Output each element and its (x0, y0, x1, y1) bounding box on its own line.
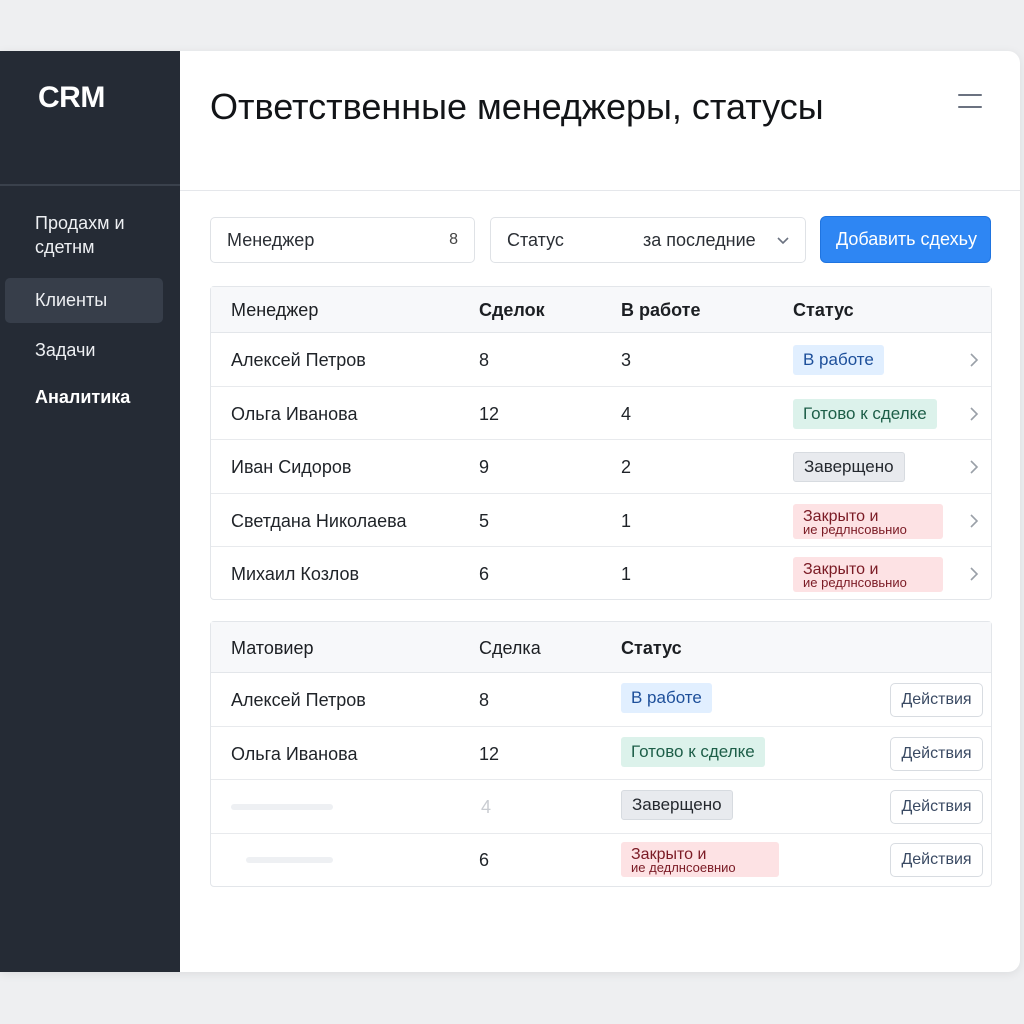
sidebar: CRM Продахм и сдетнм Клиенты Задачи Анал… (0, 51, 180, 972)
table-row[interactable]: Ольга Иванова 12 4 Готово к сделке (211, 387, 991, 440)
table-row[interactable]: Светдана Николаева 5 1 Закрыто и ие редл… (211, 494, 991, 547)
deals-count: 8 (479, 350, 490, 370)
sidebar-item-clients[interactable]: Клиенты (5, 278, 163, 323)
column-header-status: Статус (793, 300, 854, 320)
chevron-right-icon[interactable] (967, 512, 981, 530)
managers-table: Менеджер Сделок В работе Статус Алексей … (210, 286, 992, 600)
deals-count: 8 (479, 690, 490, 710)
column-header-in-work: В работе (621, 300, 701, 320)
table-row[interactable]: Михаил Козлов 6 1 Закрыто и ие редлнсовь… (211, 547, 991, 600)
manager-name: Ольга Иванова (231, 744, 358, 764)
manager-name: Ольга Иванова (231, 404, 358, 424)
deals-count: 6 (479, 850, 490, 870)
manager-filter[interactable]: Менеджер 8 (210, 217, 475, 263)
status-badge: Закрыто и ие редлнсовьнио (793, 557, 943, 592)
manager-name: Алексей Петров (231, 350, 366, 370)
column-header-status: Статус (621, 638, 682, 658)
column-header-manager: Менеджер (231, 300, 319, 320)
manager-name: Михаил Козлов (231, 564, 360, 584)
table-row[interactable]: Иван Сидоров 9 2 Заверщено (211, 440, 991, 494)
column-header-deals: Сделка (479, 638, 541, 658)
status-badge: Закрыто и ие дедлнсоевнио (621, 842, 779, 877)
status-badge: Готово к сделке (793, 399, 937, 429)
in-work-count: 4 (621, 404, 632, 424)
deals-count: 4 (481, 797, 492, 817)
status-badge: В работе (621, 683, 712, 713)
chevron-right-icon[interactable] (967, 565, 981, 583)
column-header-manager: Матовиер (231, 638, 314, 658)
status-badge: Заверщено (793, 452, 905, 482)
table-row[interactable]: Ольга Иванова 12 Готово к сделке Действи… (211, 727, 991, 780)
deals-count: 9 (479, 457, 490, 477)
chevron-right-icon[interactable] (967, 458, 981, 476)
manager-filter-label: Менеджер (227, 230, 315, 250)
status-badge: Заверщено (621, 790, 733, 820)
app-logo: CRM (38, 81, 105, 114)
sidebar-item-sales[interactable]: Продахм и сдетнм (5, 211, 155, 259)
sidebar-divider (0, 184, 180, 186)
manager-filter-count: 8 (449, 231, 458, 248)
chevron-right-icon[interactable] (967, 351, 981, 369)
table-row[interactable]: Алексей Петров 8 В работе Действия (211, 673, 991, 727)
status-badge: Готово к сделке (621, 737, 765, 767)
table-header: Матовиер Сделка Статус (211, 622, 991, 673)
name-placeholder (231, 804, 333, 810)
deals-count: 6 (479, 564, 490, 584)
actions-button[interactable]: Действия (890, 790, 983, 824)
add-deal-button[interactable]: Добавить сдехьу (820, 216, 991, 263)
status-filter-label: Статус (507, 230, 564, 250)
table-row[interactable]: 6 Закрыто и ие дедлнсоевнио Действия (211, 834, 991, 887)
status-filter[interactable]: Статус за последние (490, 217, 806, 263)
deals-count: 12 (479, 744, 500, 764)
header-divider (180, 190, 1020, 191)
column-header-deals: Сделок (479, 300, 545, 320)
deals-count: 12 (479, 404, 500, 424)
menu-icon[interactable] (958, 91, 982, 111)
sidebar-item-analytics[interactable]: Аналитика (5, 385, 163, 409)
table-row[interactable]: 4 Заверщено Действия (211, 780, 991, 834)
status-badge: В работе (793, 345, 884, 375)
manager-name: Иван Сидоров (231, 457, 352, 477)
deals-count: 5 (479, 511, 490, 531)
actions-button[interactable]: Действия (890, 843, 983, 877)
deals-table: Матовиер Сделка Статус Алексей Петров 8 … (210, 621, 992, 887)
actions-button[interactable]: Действия (890, 683, 983, 717)
page-title: Ответственные менеджеры, статусы (210, 86, 824, 127)
chevron-down-icon (777, 237, 789, 245)
status-badge: Закрыто и ие редлнсовьнио (793, 504, 943, 539)
in-work-count: 3 (621, 350, 632, 370)
in-work-count: 2 (621, 457, 632, 477)
table-row[interactable]: Алексей Петров 8 3 В работе (211, 333, 991, 387)
chevron-right-icon[interactable] (967, 405, 981, 423)
manager-name: Светдана Николаева (231, 511, 407, 531)
in-work-count: 1 (621, 564, 632, 584)
name-placeholder (246, 857, 333, 863)
sidebar-item-tasks[interactable]: Задачи (5, 338, 163, 362)
status-filter-period: за последние (643, 230, 756, 250)
app-window: CRM Продахм и сдетнм Клиенты Задачи Анал… (0, 51, 1020, 972)
table-header: Менеджер Сделок В работе Статус (211, 287, 991, 333)
manager-name: Алексей Петров (231, 690, 366, 710)
in-work-count: 1 (621, 511, 632, 531)
actions-button[interactable]: Действия (890, 737, 983, 771)
